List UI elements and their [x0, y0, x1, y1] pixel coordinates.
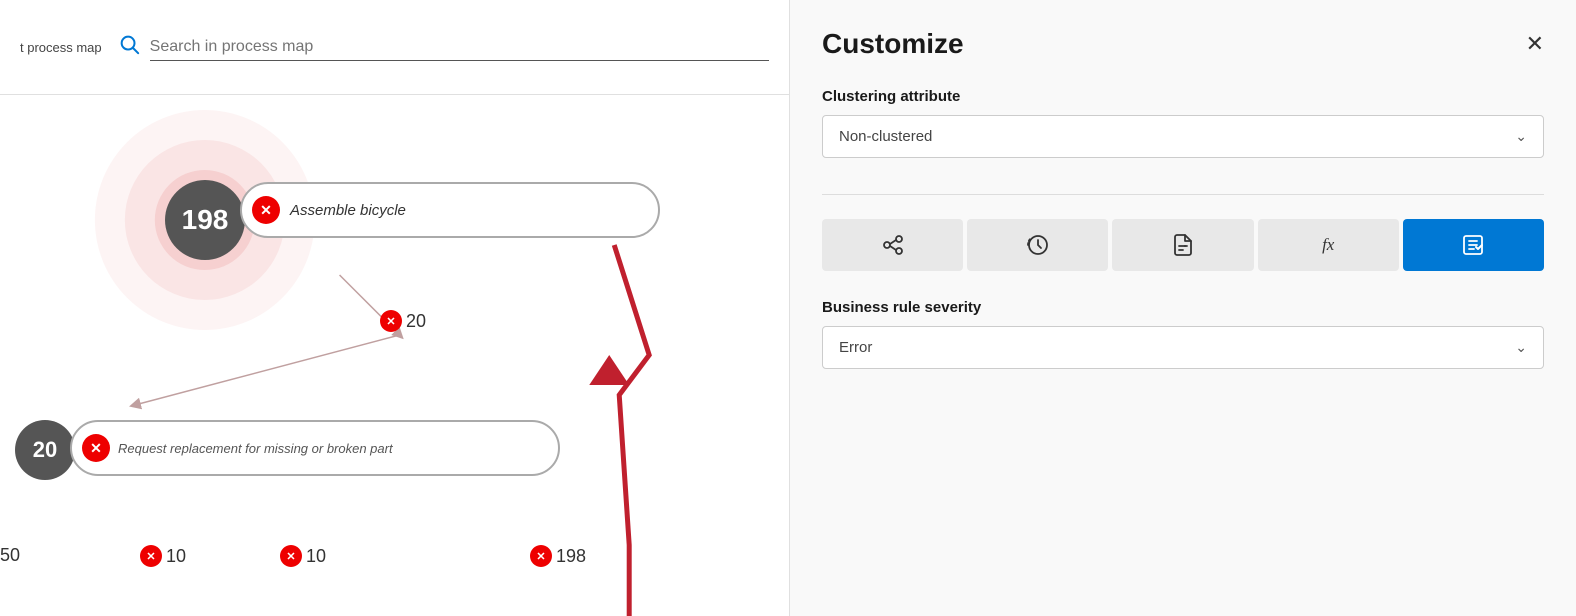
search-input[interactable]	[150, 34, 769, 61]
customize-header: Customize ✕	[822, 28, 1544, 60]
clustering-selected-value: Non-clustered	[839, 128, 932, 145]
error-badge-assemble: ✕	[252, 196, 280, 224]
time-icon	[1026, 233, 1050, 257]
divider	[822, 194, 1544, 195]
error-badge-mid: ✕	[380, 310, 402, 332]
toolbar-btn-fx[interactable]: fx	[1258, 219, 1399, 271]
map-canvas: 198 ✕ Assemble bicycle ✕ 20 20 ✕ Request…	[0, 95, 789, 616]
pill-assemble[interactable]: ✕ Assemble bicycle	[240, 182, 660, 238]
map-background-svg	[0, 95, 789, 616]
customize-title: Customize	[822, 28, 964, 60]
flow-icon	[881, 233, 905, 257]
pill-request[interactable]: ✕ Request replacement for missing or bro…	[70, 420, 560, 476]
toolbar-row: fx	[822, 219, 1544, 271]
document-icon	[1171, 233, 1195, 257]
clustering-dropdown[interactable]: Non-clustered ⌄	[822, 115, 1544, 158]
toolbar-btn-doc[interactable]	[1112, 219, 1253, 271]
toolbar-btn-time[interactable]	[967, 219, 1108, 271]
rule-icon	[1461, 233, 1485, 257]
toolbar-btn-rule[interactable]	[1403, 219, 1544, 271]
count-label-10a: ✕ 10	[140, 545, 186, 567]
clustering-chevron-icon: ⌄	[1515, 128, 1527, 145]
close-button[interactable]: ✕	[1526, 33, 1544, 55]
error-badge-request: ✕	[82, 434, 110, 462]
count-label-198b: ✕ 198	[530, 545, 586, 567]
fx-icon: fx	[1322, 235, 1334, 255]
search-icon	[118, 33, 140, 61]
node-198[interactable]: 198	[165, 180, 245, 260]
count-label-10b: ✕ 10	[280, 545, 326, 567]
process-map-panel: t process map	[0, 0, 790, 616]
customize-panel: Customize ✕ Clustering attribute Non-clu…	[790, 0, 1576, 616]
error-badge-10a: ✕	[140, 545, 162, 567]
business-rule-section-label: Business rule severity	[822, 299, 1544, 316]
search-prefix-text: t process map	[20, 40, 102, 55]
business-rule-chevron-icon: ⌄	[1515, 339, 1527, 356]
node-20[interactable]: 20	[15, 420, 75, 480]
business-rule-selected-value: Error	[839, 339, 872, 356]
clustering-section-label: Clustering attribute	[822, 88, 1544, 105]
pill-assemble-text: Assemble bicycle	[290, 202, 406, 219]
error-badge-10b: ✕	[280, 545, 302, 567]
count-label-20-mid: ✕ 20	[380, 310, 426, 332]
toolbar-btn-flow[interactable]	[822, 219, 963, 271]
search-bar: t process map	[0, 0, 789, 95]
business-rule-dropdown[interactable]: Error ⌄	[822, 326, 1544, 369]
pill-request-text: Request replacement for missing or broke…	[118, 441, 393, 456]
count-label-50: 50	[0, 545, 20, 566]
error-badge-198b: ✕	[530, 545, 552, 567]
